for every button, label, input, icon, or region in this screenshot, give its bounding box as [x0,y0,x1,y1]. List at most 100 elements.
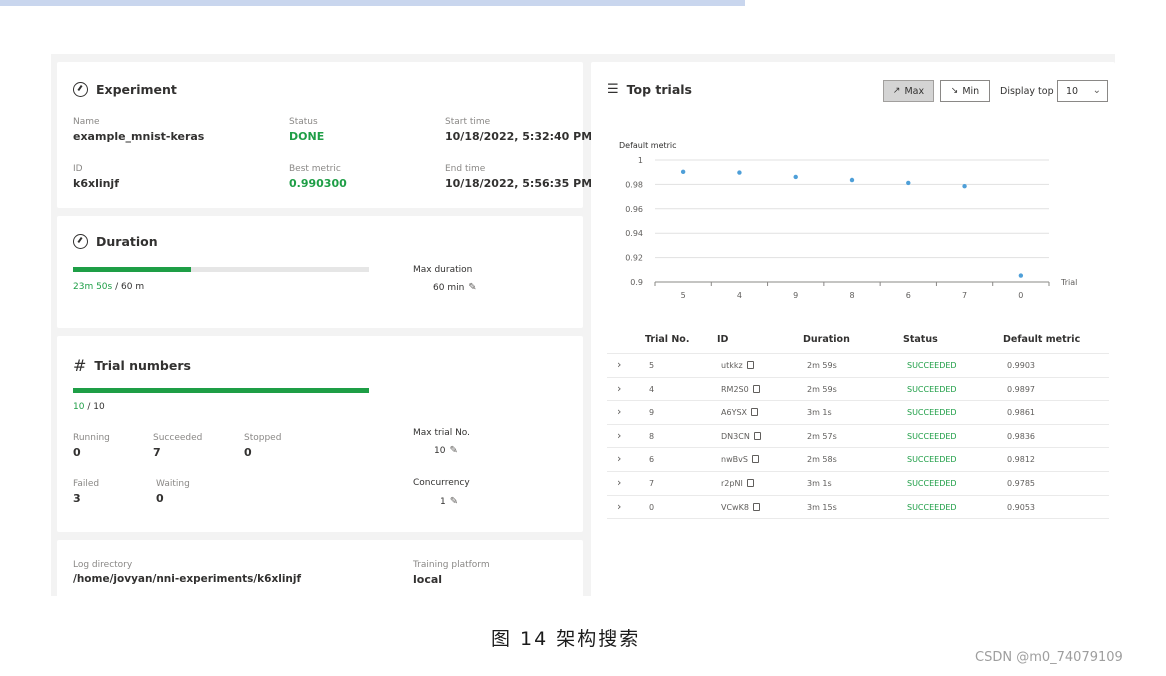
top-banner [0,0,745,6]
table-row[interactable]: › 4 RM2S0 2m 59s SUCCEEDED 0.9897 [607,378,1109,402]
gauge-icon [73,82,88,97]
edit-pencil-icon[interactable]: ✎ [450,496,458,507]
max-trial-value[interactable]: 10 ✎ [434,445,458,456]
chevron-right-icon[interactable]: › [617,382,621,395]
duration-elapsed-value: 23m 50s [73,282,113,292]
x-tick-label: 6 [906,291,911,300]
x-tick-label: 8 [849,291,854,300]
copy-icon[interactable] [746,361,754,369]
chevron-right-icon[interactable]: › [617,452,621,465]
end-time-label: End time [445,164,486,174]
failed-label: Failed [73,479,100,489]
data-point [680,169,686,175]
duration-progress-bar [73,267,369,272]
concurrency-value[interactable]: 1 ✎ [440,496,458,507]
data-point [849,177,855,183]
copy-icon[interactable] [746,479,754,487]
duration-total: / 60 m [115,282,145,292]
display-top-select[interactable]: 10 ⌄ [1057,80,1108,102]
metric-cell: 0.9903 [1007,361,1035,370]
y-tick-label: 0.92 [625,254,643,263]
trend-up-icon: ↗ [892,86,901,96]
edit-pencil-icon[interactable]: ✎ [449,445,457,456]
status-cell: SUCCEEDED [907,408,957,418]
max-trial-label: Max trial No. [413,428,471,438]
running-value: 0 [73,446,81,459]
edit-pencil-icon[interactable]: ✎ [468,282,476,293]
end-time-value: 10/18/2022, 5:56:35 PM [445,177,593,190]
data-point [906,180,911,186]
experiment-card: Experiment Name example_mnist-keras Stat… [57,62,592,208]
chevron-down-icon: ⌄ [1092,85,1101,96]
max-button[interactable]: ↗ Max [883,80,934,102]
metric-cell: 0.9836 [1007,431,1035,441]
trials-count: 10 / 10 [73,402,105,412]
min-button[interactable]: ↘ Min [940,80,990,102]
chevron-right-icon[interactable]: › [617,476,621,489]
x-tick-label: 5 [681,291,686,300]
trial-id-cell: r2pNI [721,479,754,488]
trial-numbers-title: # Trial numbers [73,356,191,375]
copy-icon[interactable] [753,431,761,440]
start-time-label: Start time [445,117,491,127]
status-cell: SUCCEEDED [907,431,957,441]
table-row[interactable]: › 0 VCwK8 3m 15s SUCCEEDED 0.9053 [607,496,1109,520]
duration-cell: 3m 1s [807,479,832,488]
max-duration-value[interactable]: 60 min ✎ [433,282,477,293]
status-cell: SUCCEEDED [907,361,957,370]
figure-caption: 图 14 架构搜索 [491,628,641,650]
duration-cell: 3m 15s [807,502,837,512]
table-row[interactable]: › 8 DN3CN 2m 57s SUCCEEDED 0.9836 [607,425,1109,449]
copy-icon[interactable] [752,384,760,393]
column-header[interactable]: Trial No. [645,334,689,345]
min-button-label: Min [962,85,980,97]
column-header[interactable]: Status [903,334,938,345]
max-duration-label: Max duration [413,265,473,275]
table-row[interactable]: › 9 A6YSX 3m 1s SUCCEEDED 0.9861 [607,401,1109,425]
waiting-value: 0 [156,492,164,505]
status-value: DONE [289,130,325,143]
trial-id-cell: RM2S0 [721,384,760,394]
display-top-value: 10 [1066,85,1079,97]
trend-down-icon: ↘ [950,86,959,96]
chevron-right-icon[interactable]: › [617,358,621,371]
trials-done: 10 [73,402,85,412]
chevron-right-icon[interactable]: › [617,429,621,442]
y-tick-label: 0.9 [630,278,643,287]
data-point [793,174,798,180]
trial-numbers-card: # Trial numbers 10 / 10 Running 0 Succee… [57,336,583,532]
trial-no-cell: 7 [649,479,655,488]
column-header[interactable]: Duration [803,334,850,345]
trial-no-cell: 8 [649,431,655,441]
best-metric-value: 0.990300 [289,177,347,190]
duration-cell: 2m 57s [807,431,837,441]
waiting-label: Waiting [156,479,190,489]
running-label: Running [73,433,110,443]
trials-progress-bar [73,388,369,393]
chevron-right-icon[interactable]: › [617,500,621,513]
id-value: k6xlinjf [73,177,119,190]
data-point [962,184,967,189]
chevron-right-icon[interactable]: › [617,405,621,418]
table-row[interactable]: › 5 utkkz 2m 59s SUCCEEDED 0.9903 [607,354,1109,378]
copy-icon[interactable] [751,408,759,417]
table-row[interactable]: › 7 r2pNI 3m 1s SUCCEEDED 0.9785 [607,472,1109,496]
data-point [737,170,742,175]
y-tick-label: 0.98 [625,180,643,189]
copy-icon[interactable] [751,455,759,464]
max-button-label: Max [904,85,925,97]
log-directory-label: Log directory [73,560,133,570]
duration-elapsed: 23m 50s / 60 m [73,282,144,292]
trial-numbers-title-text: Trial numbers [94,358,191,373]
concurrency-label: Concurrency [413,478,470,488]
column-header[interactable]: Default metric [1003,334,1080,345]
table-row[interactable]: › 6 nwBvS 2m 58s SUCCEEDED 0.9812 [607,448,1109,472]
y-tick-label: 0.94 [625,229,643,238]
experiment-title-text: Experiment [96,82,177,97]
trial-id-cell: VCwK8 [721,502,760,512]
copy-icon[interactable] [752,502,760,511]
stopped-label: Stopped [244,433,282,443]
column-header[interactable]: ID [717,334,728,345]
y-tick-label: 0.96 [625,205,643,214]
duration-cell: 2m 59s [807,361,837,370]
